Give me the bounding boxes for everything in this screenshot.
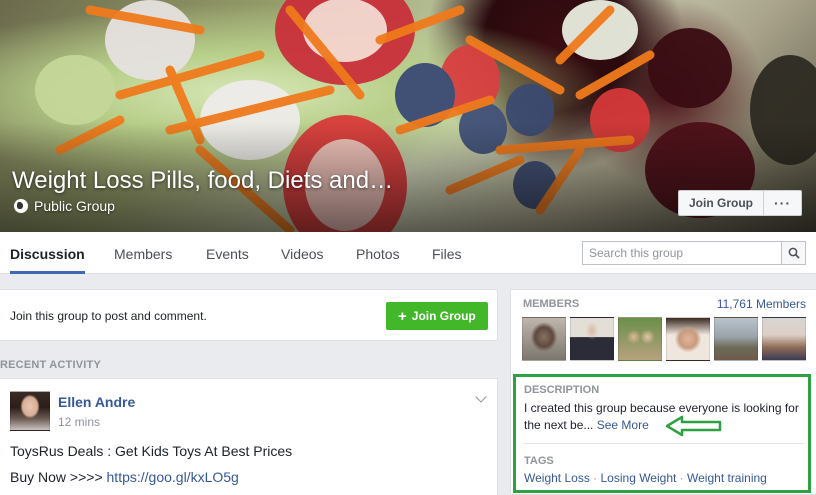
member-avatar[interactable] <box>714 317 758 361</box>
post-timestamp[interactable]: 12 mins <box>58 415 100 429</box>
tab-files[interactable]: Files <box>432 232 462 274</box>
member-thumbnails <box>522 317 806 361</box>
member-avatar[interactable] <box>618 317 662 361</box>
post-card: Ellen Andre 12 mins ToysRus Deals : Get … <box>0 378 498 495</box>
join-group-button[interactable]: Join Group <box>678 190 764 216</box>
post-text-line1: ToysRus Deals : Get Kids Toys At Best Pr… <box>10 443 293 459</box>
more-options-button[interactable]: ··· <box>764 190 802 216</box>
avatar[interactable] <box>10 391 50 431</box>
tag-link[interactable]: Weight training <box>687 471 767 485</box>
group-cover-photo[interactable]: Weight Loss Pills, food, Diets and… Publ… <box>0 0 816 232</box>
search-button[interactable] <box>781 242 805 264</box>
globe-icon <box>14 199 28 213</box>
tag-separator: · <box>679 471 684 485</box>
privacy-label: Public Group <box>14 198 115 214</box>
members-count-link[interactable]: 11,761 Members <box>717 297 806 311</box>
description-tags-highlight: DESCRIPTION I created this group because… <box>513 374 811 493</box>
tab-videos[interactable]: Videos <box>281 232 324 274</box>
post-link[interactable]: https://goo.gl/kxLO5g <box>107 469 239 485</box>
post-author[interactable]: Ellen Andre <box>58 394 135 410</box>
group-tab-bar: Discussion Members Events Videos Photos … <box>0 232 816 274</box>
cover-actions: Join Group ··· <box>678 190 802 216</box>
plus-icon: + <box>398 307 407 325</box>
join-group-green-label: Join Group <box>411 309 476 323</box>
tab-members[interactable]: Members <box>114 232 172 274</box>
description-body: I created this group because everyone is… <box>524 401 799 432</box>
see-more-link[interactable]: See More <box>597 418 649 432</box>
member-avatar[interactable] <box>570 317 614 361</box>
tag-separator: · <box>593 471 598 485</box>
tag-link[interactable]: Weight Loss <box>524 471 590 485</box>
search-icon <box>788 247 800 259</box>
privacy-text: Public Group <box>34 198 115 214</box>
member-avatar[interactable] <box>666 317 710 361</box>
search-input[interactable] <box>583 242 781 264</box>
group-title[interactable]: Weight Loss Pills, food, Diets and… <box>12 167 393 195</box>
group-search <box>582 241 806 265</box>
post-text-prefix: Buy Now >>>> <box>10 469 107 485</box>
member-avatar[interactable] <box>522 317 566 361</box>
members-heading: MEMBERS <box>523 298 580 310</box>
annotation-arrow-icon <box>665 415 722 437</box>
tags-heading: TAGS <box>524 455 554 467</box>
recent-activity-heading: RECENT ACTIVITY <box>0 359 101 371</box>
join-group-green-button[interactable]: + Join Group <box>386 302 488 330</box>
tab-discussion[interactable]: Discussion <box>10 232 85 274</box>
member-avatar[interactable] <box>762 317 806 361</box>
description-heading: DESCRIPTION <box>524 384 600 396</box>
divider <box>524 443 804 444</box>
chevron-down-icon[interactable] <box>475 391 487 403</box>
tags-list: Weight Loss · Losing Weight · Weight tra… <box>524 471 767 485</box>
tab-events[interactable]: Events <box>206 232 249 274</box>
post-text-line2: Buy Now >>>> https://goo.gl/kxLO5g <box>10 469 239 485</box>
tab-photos[interactable]: Photos <box>356 232 400 274</box>
join-prompt-text: Join this group to post and comment. <box>10 309 207 323</box>
join-prompt-card: Join this group to post and comment. + J… <box>0 289 498 341</box>
tag-link[interactable]: Losing Weight <box>601 471 677 485</box>
